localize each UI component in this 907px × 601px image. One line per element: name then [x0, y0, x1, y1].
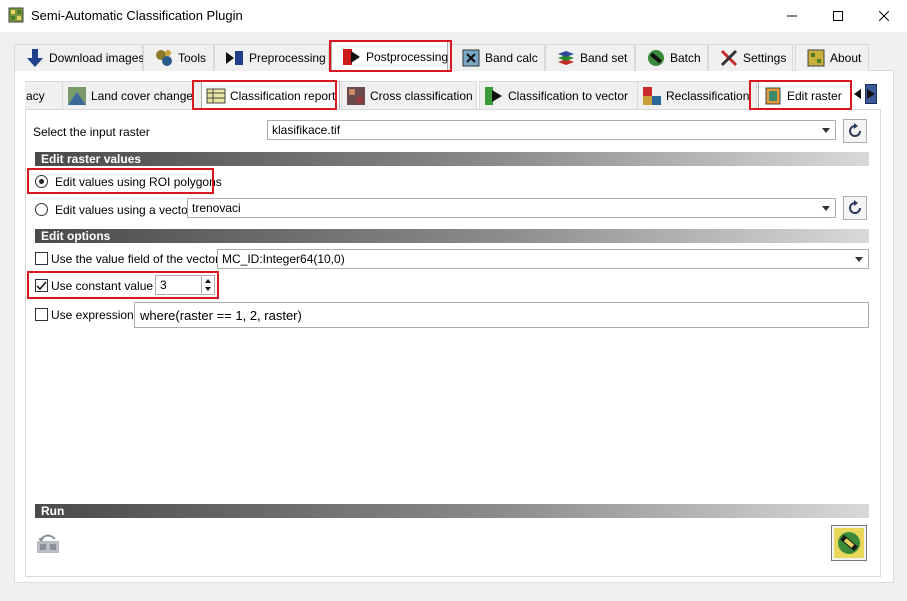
tab-scroll-right-button[interactable]: [865, 84, 877, 104]
tab-download-images[interactable]: Download images: [14, 44, 145, 71]
spin-buttons[interactable]: [201, 276, 214, 294]
tab-label: Tools: [178, 51, 207, 65]
maximize-icon: [833, 11, 843, 21]
batch-icon: [648, 50, 664, 66]
tab-postprocessing[interactable]: Postprocessing: [331, 41, 448, 72]
vector-value: trenovaci: [192, 201, 241, 215]
tab-cross-classification[interactable]: Cross classification: [341, 81, 477, 109]
constant-value-label: Use constant value: [51, 279, 154, 293]
scp-plugin-icon: [8, 7, 24, 23]
chevron-right-icon: [867, 89, 875, 99]
minimize-button[interactable]: [769, 0, 815, 32]
constant-value-checkbox[interactable]: [35, 279, 48, 292]
tab-about[interactable]: About: [795, 44, 869, 71]
value-field-value: MC_ID:Integer64(10,0): [222, 252, 345, 266]
tab-label: Download images: [49, 51, 145, 65]
tab-label: Classification to vector: [508, 88, 629, 103]
postprocessing-icon: [343, 49, 360, 65]
tab-land-cover-change[interactable]: Land cover change: [62, 81, 215, 109]
tab-batch[interactable]: Batch: [635, 44, 708, 71]
cross-classification-icon: [347, 86, 365, 105]
run-button[interactable]: [831, 525, 867, 561]
input-raster-value: klasifikace.tif: [272, 123, 341, 137]
chevron-down-icon: [822, 206, 830, 211]
tab-classification-to-vector[interactable]: Classification to vector: [479, 81, 641, 109]
roi-polygons-label: Edit values using ROI polygons: [55, 175, 222, 189]
maximize-button[interactable]: [815, 0, 861, 32]
checkmark-icon: [36, 281, 47, 291]
window-title: Semi-Automatic Classification Plugin: [31, 8, 243, 23]
tab-preprocessing[interactable]: Preprocessing: [214, 44, 329, 71]
tab-label: Edit raster: [787, 88, 842, 103]
tab-edit-raster[interactable]: Edit raster: [758, 81, 852, 109]
chevron-left-icon: [854, 89, 861, 99]
tab-band-set[interactable]: Band set: [545, 44, 635, 71]
tab-label: Preprocessing: [249, 51, 326, 65]
minimize-icon: [787, 15, 797, 17]
close-icon: [879, 11, 889, 21]
download-arrow-icon: [27, 49, 43, 67]
preprocessing-icon: [226, 51, 243, 65]
tab-label: Band calc: [485, 51, 538, 65]
reclassification-icon: [643, 86, 661, 105]
close-button[interactable]: [861, 0, 907, 32]
expression-value: where(raster == 1, 2, raster): [140, 307, 302, 323]
chevron-down-icon: [822, 128, 830, 133]
tab-label: acy: [26, 88, 45, 103]
input-raster-label: Select the input raster: [33, 125, 150, 139]
value-field-checkbox[interactable]: [35, 252, 48, 265]
sub-tab-bar: acy Land cover change Classification rep…: [25, 81, 883, 109]
vector-radio[interactable]: [35, 203, 48, 216]
refresh-raster-button[interactable]: [843, 119, 867, 143]
tab-label: Cross classification: [370, 88, 473, 103]
chevron-down-icon: [855, 257, 863, 262]
expression-input[interactable]: where(raster == 1, 2, raster): [134, 302, 869, 328]
section-run: Run: [35, 504, 869, 518]
tab-label: About: [830, 51, 862, 65]
edit-raster-icon: [765, 87, 781, 104]
tab-label: Band set: [580, 51, 628, 65]
vector-label: Edit values using a vector: [55, 203, 192, 217]
tools-icon: [156, 50, 172, 66]
tab-tools[interactable]: Tools: [143, 44, 214, 71]
tab-label: Land cover change: [91, 88, 194, 103]
tab-label: Batch: [670, 51, 701, 65]
tab-label: Classification report: [230, 88, 336, 103]
constant-value: 3: [160, 278, 167, 292]
refresh-icon: [849, 200, 861, 214]
tab-label: Postprocessing: [366, 50, 449, 64]
constant-value-spinbox[interactable]: 3: [155, 275, 215, 295]
undo-edit-button[interactable]: [35, 531, 61, 555]
band-calc-icon: [462, 49, 480, 67]
tab-classification-report[interactable]: Classification report: [201, 81, 340, 109]
section-edit-raster-values: Edit raster values: [35, 152, 869, 166]
land-cover-change-icon: [68, 86, 86, 105]
band-set-icon: [558, 51, 574, 65]
tab-label: Reclassification: [666, 88, 750, 103]
input-raster-combo[interactable]: klasifikace.tif: [267, 120, 836, 140]
about-icon: [807, 49, 825, 67]
tab-scroll-left-button[interactable]: [852, 84, 864, 104]
undo-edit-icon: [37, 534, 59, 553]
classification-to-vector-icon: [485, 86, 502, 105]
classification-report-icon: [206, 88, 226, 103]
tab-band-calc[interactable]: Band calc: [450, 44, 545, 71]
refresh-vector-button[interactable]: [843, 196, 867, 220]
run-icon: [834, 528, 864, 558]
value-field-combo[interactable]: MC_ID:Integer64(10,0): [217, 249, 869, 269]
tab-settings[interactable]: Settings: [708, 44, 793, 71]
vector-combo[interactable]: trenovaci: [187, 198, 836, 218]
value-field-label: Use the value field of the vector: [51, 252, 220, 266]
section-edit-options: Edit options: [35, 229, 869, 243]
tab-reclassification[interactable]: Reclassification: [637, 81, 757, 109]
spin-arrows-icon: [205, 279, 211, 291]
tab-label: Settings: [743, 51, 787, 65]
roi-polygons-radio[interactable]: [35, 175, 48, 188]
title-bar: Semi-Automatic Classification Plugin: [0, 0, 907, 32]
settings-icon: [720, 49, 738, 67]
expression-checkbox[interactable]: [35, 308, 48, 321]
expression-label: Use expression: [51, 308, 134, 322]
refresh-icon: [849, 123, 861, 137]
